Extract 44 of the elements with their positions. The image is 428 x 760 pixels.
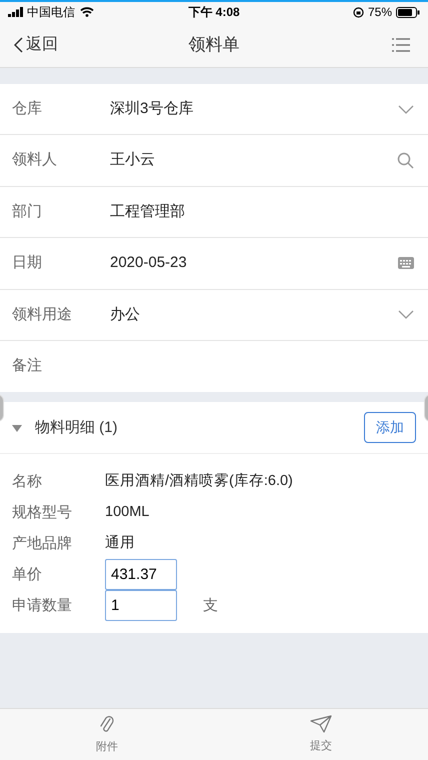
- rotation-lock-icon: [352, 6, 364, 18]
- chevron-down-icon[interactable]: [398, 310, 414, 320]
- field-label: 领料用途: [12, 304, 73, 324]
- detail-label: 单价: [12, 564, 43, 585]
- battery-icon: [396, 6, 420, 18]
- back-chevron-icon[interactable]: [14, 36, 23, 52]
- detail-value: 通用: [105, 534, 135, 553]
- page-title: 领料单: [188, 34, 240, 56]
- field-value[interactable]: 深圳3号仓库: [110, 98, 194, 120]
- detail-label: 规格型号: [12, 502, 73, 523]
- search-icon[interactable]: [397, 152, 414, 170]
- chevron-down-icon[interactable]: [398, 104, 414, 114]
- add-button[interactable]: 添加: [364, 412, 416, 444]
- carrier-name: 中国电信: [27, 4, 75, 21]
- field-value[interactable]: 办公: [110, 304, 140, 326]
- clock-time: 下午 4:08: [188, 4, 240, 21]
- detail-value: 100ML: [105, 502, 150, 522]
- keyboard-icon[interactable]: [398, 257, 414, 270]
- paperclip-icon: [100, 714, 114, 734]
- signal-icon: [8, 7, 25, 17]
- collapse-triangle-icon[interactable]: [12, 422, 22, 433]
- field-label: 部门: [12, 202, 43, 222]
- input-field[interactable]: 1: [105, 590, 177, 622]
- back-button[interactable]: 返回: [14, 32, 58, 56]
- field-label: 仓库: [12, 98, 43, 119]
- detail-label: 名称: [12, 472, 43, 492]
- input-field[interactable]: 431.37: [105, 559, 177, 590]
- submit-tab[interactable]: 提交: [214, 709, 428, 760]
- detail-value: 医用酒精/酒精喷雾(库存:6.0): [105, 472, 293, 491]
- field-value[interactable]: 王小云: [110, 149, 155, 172]
- field-value[interactable]: 2020-05-23: [110, 252, 187, 275]
- wifi-icon: [80, 7, 94, 17]
- paper-plane-icon: [310, 714, 332, 733]
- menu-icon[interactable]: [392, 38, 410, 52]
- field-label: 日期: [12, 253, 43, 274]
- battery-percentage: 75%: [368, 4, 392, 21]
- detail-label: 申请数量: [12, 596, 73, 616]
- attachment-tab[interactable]: 附件: [0, 709, 214, 760]
- field-value[interactable]: 工程管理部: [110, 200, 185, 224]
- section-title: 物料明细 (1): [35, 418, 118, 438]
- field-label: 备注: [12, 356, 43, 376]
- unit-label: 支: [203, 596, 218, 616]
- field-label: 领料人: [12, 150, 58, 170]
- detail-label: 产地品牌: [12, 534, 73, 554]
